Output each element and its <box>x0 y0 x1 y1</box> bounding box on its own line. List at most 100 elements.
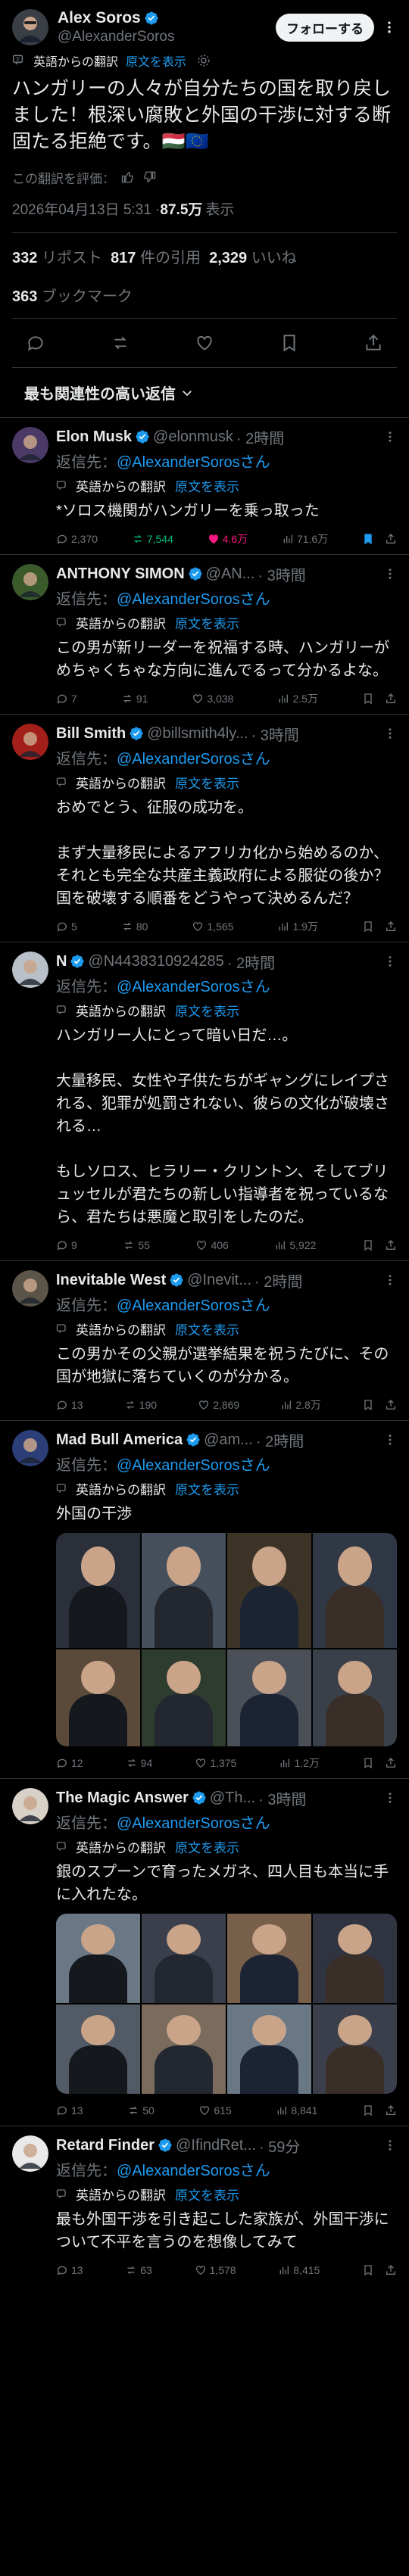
media-photo[interactable] <box>142 1649 226 1746</box>
more-options-icon[interactable] <box>383 1433 397 1447</box>
reply-author-name[interactable]: N <box>56 953 67 970</box>
reply-time[interactable]: · 2時間 <box>227 951 275 973</box>
show-original-link[interactable]: 原文を表示 <box>175 2185 239 2204</box>
media-photo[interactable] <box>227 1649 311 1746</box>
show-original-link[interactable]: 原文を表示 <box>175 1837 239 1856</box>
reply-comment-button[interactable]: 13 <box>56 2104 83 2117</box>
reply-repost-button[interactable]: 55 <box>123 1239 150 1251</box>
settings-gear-icon[interactable] <box>197 54 211 67</box>
reply-repost-button[interactable]: 7,544 <box>132 533 173 545</box>
reply-comment-button[interactable]: 13 <box>56 2264 83 2276</box>
media-photo[interactable] <box>56 1914 140 2003</box>
reply-author-handle[interactable]: @Th... <box>210 1789 255 1807</box>
media-photo[interactable] <box>227 2004 311 2094</box>
reply-comment-button[interactable]: 9 <box>56 1239 77 1251</box>
reply-to-mention[interactable]: @AlexanderSorosさん <box>117 454 270 471</box>
reply-time[interactable]: · 3時間 <box>258 563 305 585</box>
reply-time[interactable]: · 3時間 <box>251 723 299 745</box>
bookmark-icon[interactable] <box>362 693 374 705</box>
show-original-link[interactable]: 原文を表示 <box>175 1319 239 1338</box>
reply-views-button[interactable]: 8,415 <box>278 2264 320 2276</box>
reply-repost-button[interactable]: 190 <box>124 1399 157 1411</box>
share-icon[interactable] <box>385 1399 397 1411</box>
quote-count[interactable]: 817 <box>111 250 136 266</box>
thumbs-down-icon[interactable] <box>142 170 156 184</box>
media-photo[interactable] <box>313 1914 397 2003</box>
reply-to-mention[interactable]: @AlexanderSorosさん <box>117 1815 270 1832</box>
reply-like-button[interactable]: 406 <box>195 1239 229 1251</box>
reply-item[interactable]: The Magic Answer @Th... · 3時間 返信先：@Alexa… <box>0 1778 409 2126</box>
reply-avatar[interactable] <box>12 564 48 600</box>
more-options-icon[interactable] <box>383 2138 397 2152</box>
reply-repost-button[interactable]: 63 <box>125 2264 152 2276</box>
show-original-link[interactable]: 原文を表示 <box>126 51 186 70</box>
bookmark-icon[interactable] <box>362 1399 374 1411</box>
reply-avatar[interactable] <box>12 724 48 760</box>
more-options-icon[interactable] <box>383 567 397 581</box>
reply-time[interactable]: · 2時間 <box>254 1269 302 1291</box>
reply-time[interactable]: · 2時間 <box>256 1429 304 1451</box>
media-photo[interactable] <box>313 2004 397 2094</box>
more-options-icon[interactable] <box>382 20 397 35</box>
reply-author-name[interactable]: Mad Bull America <box>56 1431 183 1449</box>
reply-media-grid[interactable] <box>56 1533 397 1746</box>
media-photo[interactable] <box>227 1533 311 1648</box>
show-original-link[interactable]: 原文を表示 <box>175 1479 239 1498</box>
media-photo[interactable] <box>56 1649 140 1746</box>
media-photo[interactable] <box>142 1914 226 2003</box>
share-icon[interactable] <box>385 2264 397 2276</box>
like-count-label[interactable]: いいね <box>251 250 297 266</box>
media-photo[interactable] <box>313 1649 397 1746</box>
reply-avatar[interactable] <box>12 1788 48 1824</box>
author-name[interactable]: Alex Soros <box>58 9 141 27</box>
reply-avatar[interactable] <box>12 952 48 988</box>
reply-avatar[interactable] <box>12 1430 48 1466</box>
reply-views-button[interactable]: 5,922 <box>274 1239 316 1251</box>
more-options-icon[interactable] <box>383 430 397 444</box>
share-icon[interactable] <box>385 533 397 545</box>
bookmark-count[interactable]: 363 <box>12 288 37 305</box>
media-photo[interactable] <box>142 1533 226 1648</box>
like-icon[interactable] <box>195 333 214 353</box>
reply-author-name[interactable]: The Magic Answer <box>56 1789 189 1807</box>
reply-to-mention[interactable]: @AlexanderSorosさん <box>117 1457 270 1474</box>
bookmark-icon[interactable] <box>362 2104 374 2117</box>
share-icon[interactable] <box>385 693 397 705</box>
repost-count[interactable]: 332 <box>12 250 37 266</box>
reply-item[interactable]: Elon Musk @elonmusk · 2時間 返信先：@Alexander… <box>0 417 409 554</box>
reply-views-button[interactable]: 1.2万 <box>279 1755 320 1771</box>
reply-time[interactable]: · 2時間 <box>236 426 284 448</box>
media-photo[interactable] <box>313 1533 397 1648</box>
bookmark-count-label[interactable]: ブックマーク <box>42 288 133 305</box>
media-photo[interactable] <box>142 2004 226 2094</box>
follow-button[interactable]: フォローする <box>276 13 374 42</box>
share-icon[interactable] <box>385 1757 397 1769</box>
reply-like-button[interactable]: 1,375 <box>195 1757 236 1769</box>
share-icon[interactable] <box>364 333 383 353</box>
reply-author-handle[interactable]: @am... <box>204 1431 253 1449</box>
repost-count-label[interactable]: リポスト <box>42 250 102 266</box>
bookmark-icon[interactable] <box>279 333 299 353</box>
reply-comment-button[interactable]: 12 <box>56 1757 83 1769</box>
quote-count-label[interactable]: 件の引用 <box>140 250 201 266</box>
reply-repost-button[interactable]: 91 <box>121 693 148 705</box>
reply-item[interactable]: Retard Finder @IfindRet... · 59分 返信先：@Al… <box>0 2126 409 2285</box>
reply-like-button[interactable]: 4.6万 <box>208 531 248 547</box>
reply-comment-button[interactable]: 13 <box>56 1399 83 1411</box>
reply-repost-button[interactable]: 80 <box>121 920 148 933</box>
reply-author-handle[interactable]: @N4438310924285 <box>88 953 223 970</box>
more-options-icon[interactable] <box>383 1791 397 1805</box>
reply-item[interactable]: N @N4438310924285 · 2時間 返信先：@AlexanderSo… <box>0 942 409 1260</box>
reply-author-name[interactable]: Bill Smith <box>56 725 126 743</box>
reply-time[interactable]: · 59分 <box>259 2135 300 2157</box>
share-icon[interactable] <box>385 1239 397 1251</box>
reply-author-handle[interactable]: @Inevit... <box>187 1272 251 1289</box>
reply-media-grid[interactable] <box>56 1914 397 2094</box>
media-photo[interactable] <box>56 2004 140 2094</box>
reply-item[interactable]: Mad Bull America @am... · 2時間 返信先：@Alexa… <box>0 1420 409 1778</box>
timestamp-text[interactable]: 2026年04月13日 5:31 · <box>12 198 160 219</box>
reply-author-handle[interactable]: @billsmith4ly... <box>147 725 248 743</box>
reply-author-handle[interactable]: @elonmusk <box>153 428 233 446</box>
reply-to-mention[interactable]: @AlexanderSorosさん <box>117 2163 270 2179</box>
reply-views-button[interactable]: 1.9万 <box>277 919 318 934</box>
